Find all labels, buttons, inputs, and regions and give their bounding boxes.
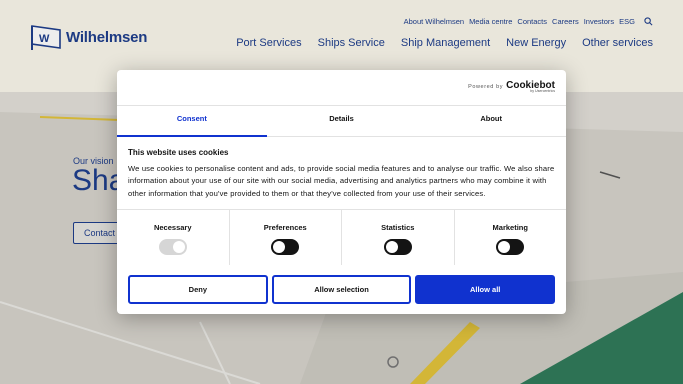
- tab-details[interactable]: Details: [267, 106, 417, 136]
- deny-button[interactable]: Deny: [128, 275, 268, 304]
- allow-selection-button[interactable]: Allow selection: [271, 275, 412, 304]
- tab-consent[interactable]: Consent: [117, 106, 267, 137]
- statistics-toggle[interactable]: [383, 239, 412, 255]
- dialog-tabs: Consent Details About: [117, 105, 566, 137]
- marketing-toggle[interactable]: [496, 239, 525, 255]
- tab-about[interactable]: About: [416, 106, 566, 136]
- dialog-actions: Deny Allow selection Allow all: [128, 275, 556, 304]
- allow-all-button[interactable]: Allow all: [415, 275, 556, 304]
- dialog-heading: This website uses cookies: [128, 148, 229, 157]
- preferences-toggle[interactable]: [271, 239, 300, 255]
- category-statistics: Statistics: [342, 210, 455, 265]
- dialog-body-text: We use cookies to personalise content an…: [128, 164, 555, 198]
- cookiebot-logo: Cookiebot by Usercentrics: [506, 80, 555, 93]
- cookiebot-branding[interactable]: Powered by Cookiebot by Usercentrics: [468, 80, 555, 93]
- toggle-knob: [172, 241, 185, 253]
- category-marketing: Marketing: [455, 210, 567, 265]
- cookie-consent-dialog: Powered by Cookiebot by Usercentrics Con…: [117, 70, 566, 314]
- category-label: Necessary: [153, 223, 192, 232]
- necessary-toggle: [158, 239, 187, 255]
- cookie-categories: Necessary Preferences Statistics Marketi…: [117, 209, 566, 265]
- category-necessary: Necessary: [117, 210, 230, 265]
- powered-by-label: Powered by: [468, 83, 504, 90]
- toggle-knob: [273, 241, 286, 253]
- toggle-knob: [498, 241, 511, 253]
- toggle-knob: [385, 241, 398, 253]
- category-preferences: Preferences: [230, 210, 342, 265]
- category-label: Marketing: [492, 223, 528, 232]
- category-label: Preferences: [263, 223, 307, 232]
- category-label: Statistics: [381, 223, 415, 232]
